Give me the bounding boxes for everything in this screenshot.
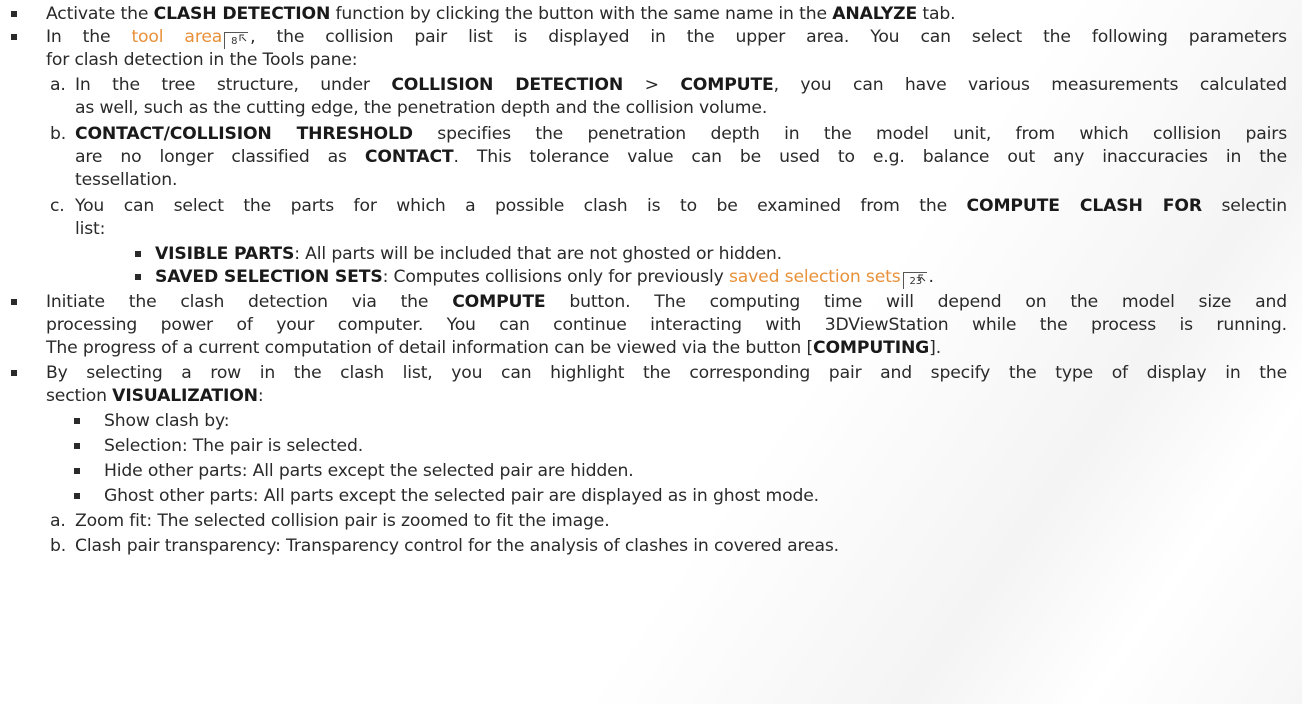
list-item-c-select-parts: c. You can select the parts for which a … bbox=[50, 196, 1287, 216]
text-line: are no longer classified as CONTACT. Thi… bbox=[75, 147, 1287, 167]
bullet-square-icon bbox=[11, 34, 17, 40]
sub-bullet-visible-parts: VISIBLE PARTS: All parts will be include… bbox=[0, 242, 1302, 266]
page-ref-23[interactable]: 23 bbox=[902, 272, 927, 289]
bullet-item-visualization: By selecting a row in the clash list, yo… bbox=[0, 361, 1302, 385]
text-line: for clash detection in the Tools pane: bbox=[46, 50, 358, 70]
sub-bullet-show-clash: Show clash by: bbox=[0, 409, 1302, 433]
text-line: as well, such as the cutting edge, the p… bbox=[75, 98, 768, 118]
text-line: processing power of your computer. You c… bbox=[46, 315, 1287, 335]
item-text: Activate the CLASH DETECTION function by… bbox=[46, 4, 956, 24]
list-item-a-zoom-fit: a. Zoom fit: The selected collision pair… bbox=[50, 511, 610, 531]
bullet-item-tool-area: In the tool area 8, the collision pair li… bbox=[0, 25, 1302, 49]
bullet-square-icon bbox=[74, 418, 80, 424]
tool-area-link[interactable]: tool area bbox=[131, 27, 222, 47]
sub-bullet-selection: Selection: The pair is selected. bbox=[0, 434, 1302, 458]
bullet-item-compute: Initiate the clash detection via the COM… bbox=[0, 290, 1302, 314]
sub-bullet-ghost-other: Ghost other parts: All parts except the … bbox=[0, 484, 1302, 508]
page-ref-8[interactable]: 8 bbox=[224, 32, 249, 49]
text-line: The progress of a current computation of… bbox=[46, 338, 942, 358]
text-line: list: bbox=[75, 219, 106, 239]
item-text: You can select the parts for which a pos… bbox=[75, 196, 1287, 216]
topic-link-arrow-icon bbox=[239, 34, 247, 42]
bullet-square-icon bbox=[135, 274, 141, 280]
bullet-square-icon bbox=[74, 493, 80, 499]
text-line: section VISUALIZATION: bbox=[46, 386, 264, 406]
bullet-square-icon bbox=[11, 299, 17, 305]
sub-bullet-saved-selection-sets: SAVED SELECTION SETS: Computes collision… bbox=[0, 265, 1302, 289]
saved-selection-sets-link[interactable]: saved selection sets bbox=[729, 267, 901, 287]
bullet-square-icon bbox=[74, 443, 80, 449]
bullet-square-icon bbox=[135, 251, 141, 257]
bullet-item-activate: Activate the CLASH DETECTION function by… bbox=[0, 2, 1302, 26]
list-item-b-transparency: b. Clash pair transparency: Transparency… bbox=[50, 536, 839, 556]
bullet-square-icon bbox=[11, 370, 17, 376]
bullet-square-icon bbox=[74, 468, 80, 474]
item-text: In the tree structure, under COLLISION D… bbox=[75, 75, 1287, 95]
list-item-a-tree: a. In the tree structure, under COLLISIO… bbox=[50, 75, 1287, 95]
item-text: Initiate the clash detection via the COM… bbox=[46, 292, 1287, 312]
item-text: CONTACT/COLLISION THRESHOLD specifies th… bbox=[75, 124, 1287, 144]
bullet-square-icon bbox=[11, 11, 17, 17]
list-item-b-threshold: b. CONTACT/COLLISION THRESHOLD specifies… bbox=[50, 124, 1287, 144]
item-text: In the tool area 8, the collision pair li… bbox=[46, 27, 1287, 49]
topic-link-arrow-icon bbox=[918, 274, 925, 282]
text-line: tessellation. bbox=[75, 170, 178, 190]
document-page: Activate the CLASH DETECTION function by… bbox=[0, 0, 1302, 704]
sub-bullet-hide-other: Hide other parts: All parts except the s… bbox=[0, 459, 1302, 483]
